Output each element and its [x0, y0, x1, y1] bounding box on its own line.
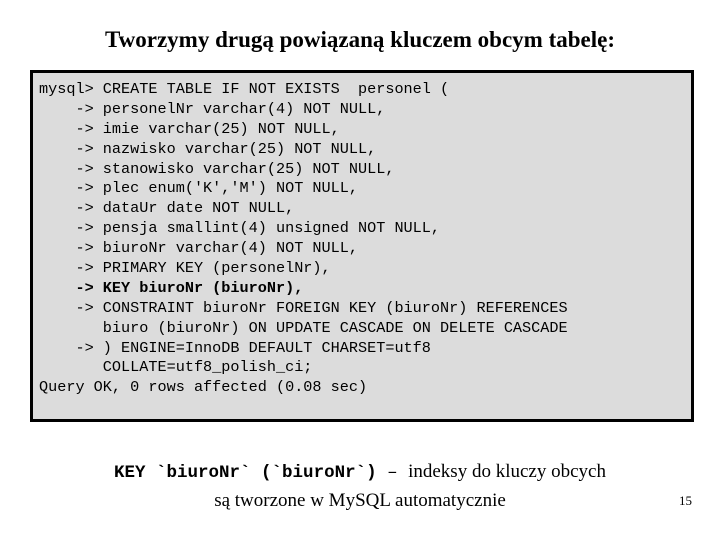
page-number: 15 [679, 493, 692, 508]
console-line: -> plec enum('K','M') NOT NULL, [39, 179, 358, 198]
console-line: -> dataUr date NOT NULL, [39, 199, 295, 218]
console-line: COLLATE=utf8_polish_ci; [39, 358, 313, 377]
caption-line-2: są tworzone w MySQL automatycznie [214, 490, 506, 511]
caption-block: KEY `biuroNr` (`biuroNr`) – indeksy do k… [0, 458, 720, 514]
mysql-console-output-box: mysql> CREATE TABLE IF NOT EXISTS person… [30, 70, 694, 422]
console-line: -> stanowisko varchar(25) NOT NULL, [39, 159, 395, 178]
caption-code-snippet: KEY `biuroNr` (`biuroNr`) [114, 463, 377, 483]
caption-line-1: KEY `biuroNr` (`biuroNr`) – indeksy do k… [0, 458, 720, 487]
console-line: -> KEY biuroNr (biuroNr), [39, 278, 304, 297]
caption-dash: – [376, 463, 409, 483]
console-line: -> imie varchar(25) NOT NULL, [39, 119, 340, 138]
console-line: -> personelNr varchar(4) NOT NULL, [39, 99, 386, 118]
caption-text: indeksy do kluczy obcych [408, 461, 606, 482]
page-title: Tworzymy drugą powiązaną kluczem obcym t… [105, 27, 615, 52]
console-line: Query OK, 0 rows affected (0.08 sec) [39, 378, 368, 397]
console-line: -> biuroNr varchar(4) NOT NULL, [39, 239, 358, 258]
console-line: -> nazwisko varchar(25) NOT NULL, [39, 139, 377, 158]
console-line: -> ) ENGINE=InnoDB DEFAULT CHARSET=utf8 [39, 338, 431, 357]
console-line: -> PRIMARY KEY (personelNr), [39, 259, 331, 278]
console-line: -> CONSTRAINT biuroNr FOREIGN KEY (biuro… [39, 298, 568, 317]
console-line-list: mysql> CREATE TABLE IF NOT EXISTS person… [33, 73, 691, 398]
console-line: biuro (biuroNr) ON UPDATE CASCADE ON DEL… [39, 318, 568, 337]
console-line: mysql> CREATE TABLE IF NOT EXISTS person… [39, 80, 450, 98]
console-line: -> pensja smallint(4) unsigned NOT NULL, [39, 219, 441, 238]
